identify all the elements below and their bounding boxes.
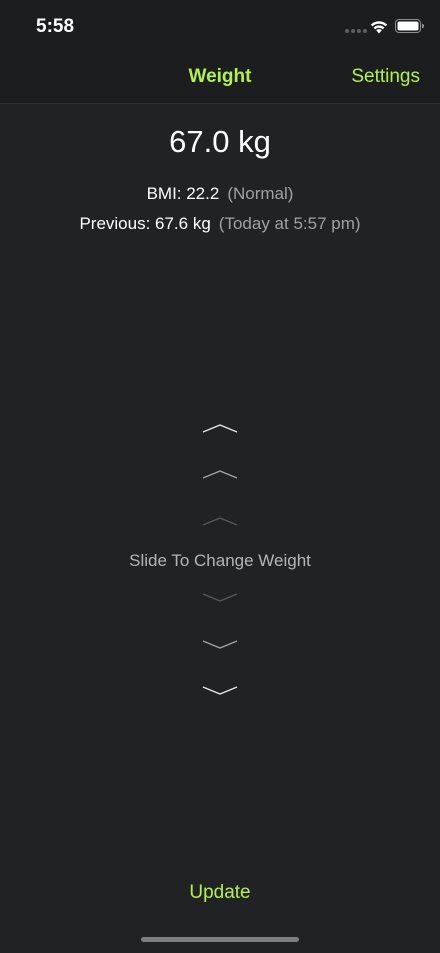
cellular-signal-icon [345, 29, 367, 33]
battery-icon [395, 19, 424, 33]
home-indicator[interactable] [141, 937, 299, 942]
slide-instruction: Slide To Change Weight [129, 551, 311, 570]
previous-weight-row: Previous: 67.6 kg (Today at 5:57 pm) [0, 214, 440, 234]
settings-button[interactable]: Settings [351, 66, 420, 88]
bmi-category: (Normal) [227, 184, 294, 203]
bmi-value: BMI: 22.2 [146, 184, 220, 203]
previous-weight-time: (Today at 5:57 pm) [218, 214, 361, 233]
previous-weight: Previous: 67.6 kg [79, 214, 211, 233]
chevron-up-icon [202, 470, 238, 479]
bmi-row: BMI: 22.2 (Normal) [0, 184, 440, 204]
current-weight: 67.0 kg [169, 124, 271, 159]
chevron-down-icon [202, 640, 238, 649]
chevron-down-icon [202, 686, 238, 695]
chevron-up-icon [202, 517, 238, 526]
navigation-bar: Weight Settings [0, 52, 440, 104]
update-button[interactable]: Update [0, 882, 440, 904]
chevron-up-icon [202, 424, 238, 433]
chevron-down-icon [202, 593, 238, 602]
status-bar: 5:58 [0, 0, 440, 52]
wifi-icon [370, 21, 388, 34]
status-time: 5:58 [36, 16, 75, 37]
